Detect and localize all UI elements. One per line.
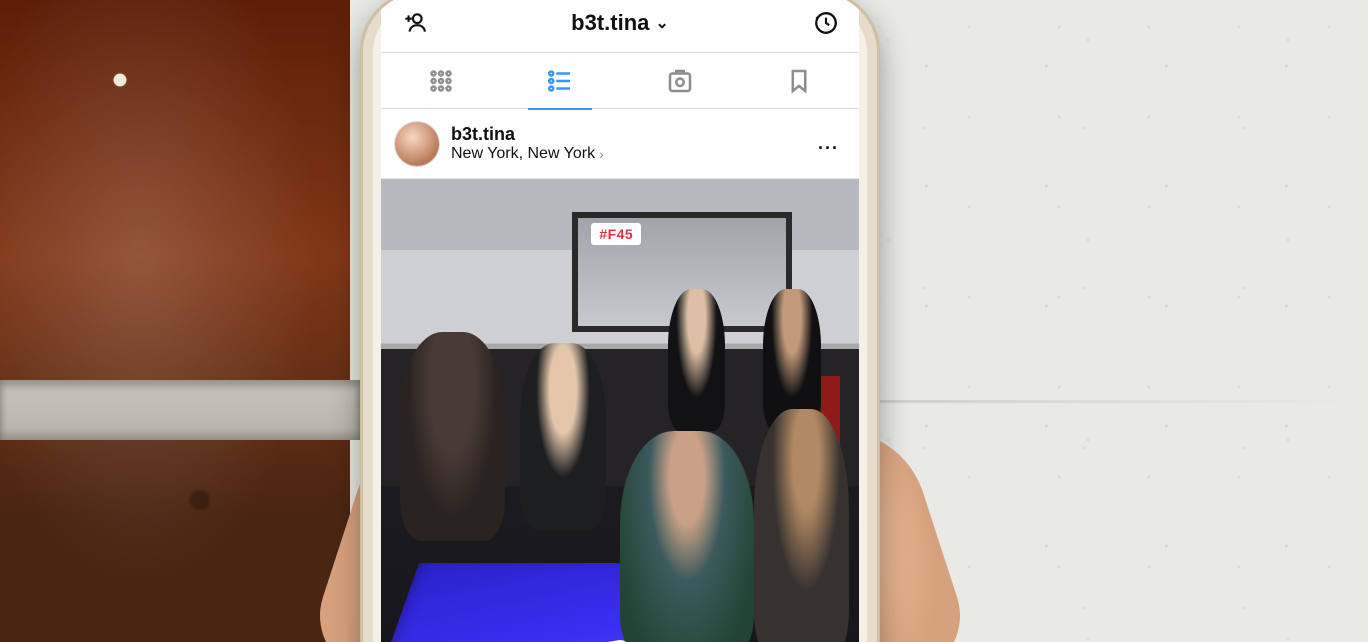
bookmark-icon — [784, 66, 814, 96]
post-more-button[interactable]: ... — [812, 127, 845, 160]
background-brick — [0, 0, 350, 642]
tab-list[interactable] — [538, 59, 582, 103]
phone-screen: b3t.tina ⌄ — [381, 0, 859, 642]
add-person-icon[interactable] — [399, 8, 429, 38]
post-meta: b3t.tina New York, New York › — [451, 124, 604, 163]
photo-scene: b3t.tina ⌄ — [0, 0, 1368, 642]
person-left — [400, 332, 505, 540]
profile-tabs — [381, 53, 859, 109]
phone-device: b3t.tina ⌄ — [360, 0, 880, 642]
list-icon — [545, 66, 575, 96]
chevron-down-icon: ⌄ — [655, 13, 668, 33]
chevron-right-icon: › — [599, 146, 604, 162]
background-mortar — [0, 380, 360, 440]
tagged-icon — [665, 66, 695, 96]
profile-title[interactable]: b3t.tina ⌄ — [571, 10, 669, 36]
person-front — [620, 431, 754, 642]
post-image[interactable]: #F45 — [381, 179, 859, 642]
person-mid — [520, 343, 606, 529]
tab-saved[interactable] — [777, 59, 821, 103]
person-back-1 — [668, 289, 725, 431]
tab-tagged[interactable] — [658, 59, 702, 103]
post-location-text: New York, New York — [451, 145, 595, 163]
gym-sign: #F45 — [591, 223, 641, 245]
history-icon[interactable] — [811, 8, 841, 38]
post-header: b3t.tina New York, New York › ... — [381, 109, 859, 179]
grid-icon — [426, 66, 456, 96]
profile-title-text: b3t.tina — [571, 10, 649, 36]
person-right — [754, 409, 850, 642]
profile-header: b3t.tina ⌄ — [381, 0, 859, 53]
avatar[interactable] — [395, 122, 439, 166]
post-location[interactable]: New York, New York › — [451, 145, 604, 163]
tab-grid[interactable] — [419, 59, 463, 103]
post-username[interactable]: b3t.tina — [451, 124, 604, 145]
